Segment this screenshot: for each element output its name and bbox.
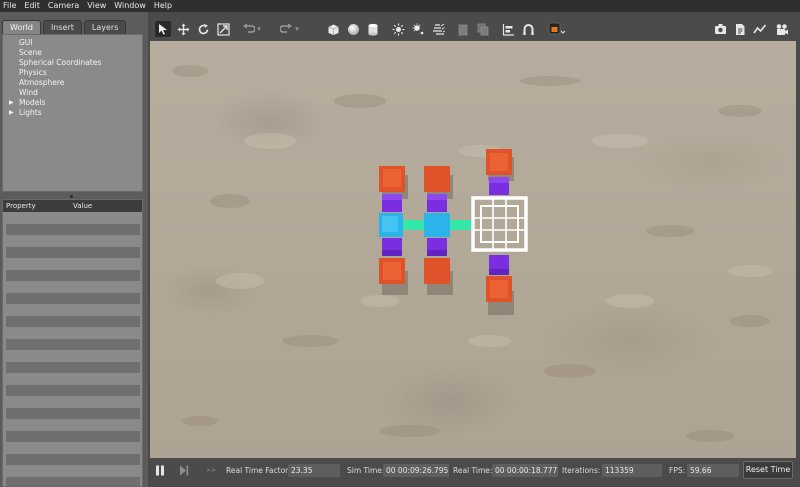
- 3d-viewport[interactable]: [150, 41, 796, 458]
- splitter-handle[interactable]: [70, 195, 73, 198]
- property-row: [6, 224, 140, 235]
- main-toolbar: ▾ ▾: [150, 17, 796, 41]
- box-icon[interactable]: [325, 21, 341, 37]
- tree-item-lights[interactable]: Lights: [19, 108, 42, 117]
- menu-bar: File Edit Camera View Window Help: [0, 0, 800, 12]
- rotate-icon[interactable]: [195, 21, 211, 37]
- tree-item-physics[interactable]: Physics: [19, 68, 47, 77]
- property-row: [6, 477, 140, 486]
- undo-dropdown-icon[interactable]: ▾: [255, 21, 263, 37]
- tree-item-atmosphere[interactable]: Atmosphere: [19, 78, 64, 87]
- module-purple: [489, 177, 509, 183]
- tree-item-wind[interactable]: Wind: [19, 88, 38, 97]
- connector-green: [403, 220, 424, 230]
- menu-camera[interactable]: Camera: [48, 0, 79, 12]
- selection-frame: [471, 196, 528, 252]
- expand-arrow-icon[interactable]: ▶: [9, 108, 14, 117]
- real-time-factor-label: Real Time Factor:: [226, 466, 291, 475]
- iterations-label: Iterations:: [562, 466, 601, 475]
- tree-item-scene[interactable]: Scene: [19, 48, 42, 57]
- tab-world[interactable]: World: [2, 20, 41, 34]
- column-header-property: Property: [6, 202, 36, 210]
- plot-icon[interactable]: [752, 21, 768, 37]
- tree-item-spherical-coordinates[interactable]: Spherical Coordinates: [19, 58, 101, 67]
- step-icon[interactable]: [176, 462, 192, 478]
- world-tree: GUI Scene Spherical Coordinates Physics …: [2, 34, 143, 192]
- expand-arrow-icon[interactable]: ▶: [9, 98, 14, 107]
- module-red: [424, 258, 450, 284]
- iterations-value: 113359: [602, 464, 662, 477]
- property-row: [6, 454, 140, 465]
- real-time-value: 00 00:00:18.777: [492, 464, 558, 477]
- column-header-value: Value: [73, 202, 93, 210]
- property-row: [6, 270, 140, 281]
- module-red-face: [490, 153, 508, 171]
- fps-label: FPS:: [669, 466, 686, 475]
- module-purple: [382, 250, 402, 256]
- redo-dropdown-icon[interactable]: ▾: [293, 21, 301, 37]
- video-record-icon[interactable]: [774, 21, 790, 37]
- module-purple: [489, 269, 509, 275]
- property-row: [6, 247, 140, 258]
- tree-item-models[interactable]: Models: [19, 98, 45, 107]
- cylinder-icon[interactable]: [365, 21, 381, 37]
- view-angle-icon[interactable]: [547, 21, 567, 37]
- module-purple: [427, 250, 447, 256]
- property-table: Property Value: [2, 199, 143, 487]
- property-row: [6, 293, 140, 304]
- property-table-header: Property Value: [3, 200, 142, 212]
- module-red: [424, 166, 450, 192]
- step-dropdown-icon[interactable]: >>: [206, 466, 216, 476]
- module-purple: [427, 194, 447, 200]
- screenshot-icon[interactable]: [712, 21, 728, 37]
- real-time-label: Real Time:: [453, 466, 493, 475]
- menu-window[interactable]: Window: [114, 0, 146, 12]
- module-red-face: [490, 280, 508, 298]
- property-row: [6, 362, 140, 373]
- directional-light-icon[interactable]: [430, 21, 446, 37]
- align-icon[interactable]: [500, 21, 516, 37]
- redo-icon[interactable]: [278, 21, 294, 37]
- property-row: [6, 431, 140, 442]
- property-row: [6, 339, 140, 350]
- module-cyan: [424, 213, 450, 237]
- translate-icon[interactable]: [175, 21, 191, 37]
- undo-icon[interactable]: [240, 21, 256, 37]
- module-red-face: [383, 169, 401, 187]
- menu-edit[interactable]: Edit: [24, 0, 40, 12]
- module-cyan-face: [382, 216, 398, 232]
- snap-icon[interactable]: [520, 21, 536, 37]
- gazebo-window: File Edit Camera View Window Help World …: [0, 0, 800, 487]
- property-row: [6, 408, 140, 419]
- property-row: [6, 385, 140, 396]
- paste-icon[interactable]: [475, 21, 491, 37]
- point-light-icon[interactable]: [390, 21, 406, 37]
- sim-time-label: Sim Time:: [347, 466, 385, 475]
- fps-value: 59.66: [687, 464, 739, 477]
- sim-time-value: 00 00:09:26.795: [383, 464, 449, 477]
- menu-view[interactable]: View: [87, 0, 106, 12]
- scale-icon[interactable]: [215, 21, 231, 37]
- select-arrow-icon[interactable]: [155, 21, 171, 37]
- panel-tabs: World Insert Layers: [2, 20, 128, 34]
- property-row: [6, 316, 140, 327]
- copy-icon[interactable]: [455, 21, 471, 37]
- left-panel: World Insert Layers GUI Scene Spherical …: [0, 12, 148, 487]
- tab-insert[interactable]: Insert: [42, 20, 82, 34]
- status-bar: >> Real Time Factor: 23.35 Sim Time: 00 …: [150, 458, 796, 483]
- modular-robot[interactable]: [150, 41, 796, 458]
- pause-icon[interactable]: [152, 462, 168, 478]
- real-time-factor-value: 23.35: [288, 464, 340, 477]
- reset-time-button[interactable]: Reset Time: [743, 461, 793, 479]
- spot-light-icon[interactable]: [410, 21, 426, 37]
- module-red-face: [383, 262, 401, 280]
- menu-help[interactable]: Help: [154, 0, 172, 12]
- sphere-icon[interactable]: [345, 21, 361, 37]
- tab-layers[interactable]: Layers: [83, 20, 127, 34]
- connector-green: [450, 220, 472, 230]
- module-purple: [382, 194, 402, 200]
- tree-item-gui[interactable]: GUI: [19, 38, 33, 47]
- log-icon[interactable]: [732, 21, 748, 37]
- menu-file[interactable]: File: [3, 0, 16, 12]
